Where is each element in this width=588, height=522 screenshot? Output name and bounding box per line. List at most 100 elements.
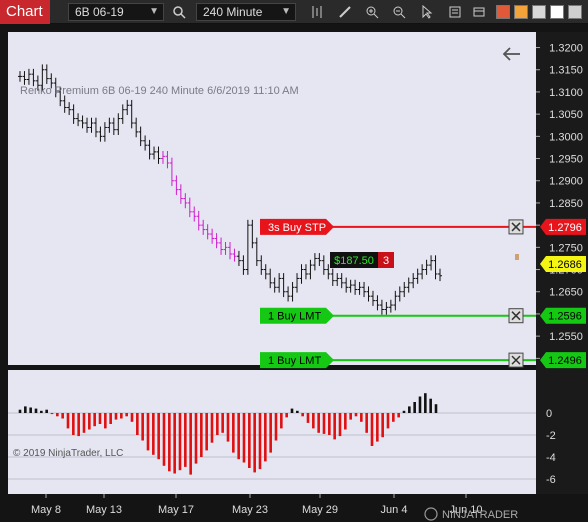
indicator-bar [360,413,363,422]
indicator-bar [392,413,395,422]
indicator-bar [333,413,336,440]
indicator-tick-label: -2 [546,430,556,442]
indicator-bar [221,413,224,433]
instrument-selector[interactable]: 6B 06-19 ▼ [68,3,164,21]
position-marker[interactable]: $187.50 3 [330,252,394,268]
indicator-panel [8,370,536,494]
chart-area: 1.3200 1.3150 1.3100 1.3050 1.3000 1.2950 1.29… [0,24,588,522]
indicator-bar [274,413,278,441]
indicator-bar [413,402,416,413]
indicator-bar [349,413,352,420]
indicator-bar [82,413,86,433]
pointer-icon[interactable] [418,3,436,21]
indicator-bar [29,407,32,413]
indicator-bar [381,413,384,438]
indicator-bar [232,413,235,453]
order-label: 1 Buy LMT [268,355,321,367]
indicator-bar [88,413,91,430]
order-label: 1 Buy LMT [268,311,321,323]
indicator-bar [34,408,38,413]
indicator-bar [50,413,54,415]
indicator-bar [66,413,70,429]
drawing-tool-icon[interactable] [336,3,354,21]
last-price-value: 1.2686 [548,259,582,271]
color-swatch[interactable] [568,5,582,19]
indicator-bar [114,413,118,420]
indicator-bar [178,413,182,471]
color-swatch[interactable] [514,5,528,19]
indicator-bar [237,413,240,460]
indicator-bar [370,413,374,446]
indicator-bar [18,409,22,413]
indicator-bar [24,406,27,413]
indicator-bar [328,413,331,435]
indicator-bar [40,410,43,413]
properties-icon[interactable] [446,3,464,21]
indicator-bar [200,413,203,457]
indicator-bar [397,413,400,418]
indicator-bar [189,413,192,475]
indicator-bar [168,413,171,472]
zoom-out-icon[interactable] [390,3,408,21]
price-tick-label: 1.2900 [549,176,583,188]
copyright-text: © 2019 NinjaTrader, LLC [13,448,123,459]
indicator-bar [269,413,272,453]
bar-type-icon[interactable] [308,3,326,21]
instrument-value: 6B 06-19 [75,5,124,19]
indicator-bar [354,413,358,417]
price-tick-label: 1.2850 [549,198,583,210]
pnl-value: $187.50 [334,255,374,267]
indicator-bar [280,413,283,429]
indicator-bar [322,413,326,434]
indicator-bar [152,413,155,455]
color-swatch[interactable] [532,5,546,19]
price-tick-label: 1.2950 [549,154,583,166]
indicator-bar [61,413,64,419]
indicator-bar [184,413,187,467]
indicator-bar [296,410,299,413]
date-tick-label: May 23 [232,504,268,516]
chart-toolbar: Chart 6B 06-19 ▼ 240 Minute ▼ [0,0,588,24]
indicator-bar [317,413,320,433]
search-icon[interactable] [170,3,188,21]
indicator-bar [290,408,294,413]
order-price: 1.2496 [548,355,582,367]
date-tick-label: May 17 [158,504,194,516]
indicator-bar [45,409,48,413]
chevron-down-icon: ▼ [149,6,159,17]
price-tick-label: 1.3000 [549,131,583,143]
indicator-bar [136,413,139,435]
position-qty: 3 [383,255,389,267]
last-price-tag: 1.2686 [540,256,586,272]
ninjatrader-logo: NINJATRADER [424,507,518,521]
interval-selector[interactable]: 240 Minute ▼ [196,3,296,21]
date-tick-label: May 13 [86,504,122,516]
zoom-in-icon[interactable] [363,3,381,21]
indicator-bar [205,413,208,451]
indicator-bar [98,413,102,424]
price-tick-label: 1.3100 [549,87,583,99]
indicator-bar [376,413,379,442]
indicator-tick-label: 0 [546,408,552,420]
date-tick-label: May 8 [31,504,61,516]
indicator-bar [242,413,246,463]
indicator-bar [285,413,288,418]
indicator-bar [72,413,75,435]
price-tick-label: 1.2650 [549,287,583,299]
interval-value: 240 Minute [203,5,263,19]
indicator-bar [264,413,267,462]
indicator-bar [120,413,123,419]
color-swatch[interactable] [496,5,510,19]
order-label: 3s Buy STP [268,222,326,234]
chart-trader-icon[interactable] [470,3,488,21]
indicator-bar [301,413,304,417]
last-price-marker [515,254,519,260]
price-chart[interactable]: 1.3200 1.3150 1.3100 1.3050 1.3000 1.2950 1.29… [0,24,588,522]
date-tick-label: May 29 [302,504,338,516]
color-swatch[interactable] [550,5,564,19]
indicator-bar [173,413,176,474]
indicator-bar [226,413,230,442]
price-tick-label: 1.2550 [549,331,583,343]
indicator-bar [210,413,214,443]
indicator-bar [157,413,160,460]
